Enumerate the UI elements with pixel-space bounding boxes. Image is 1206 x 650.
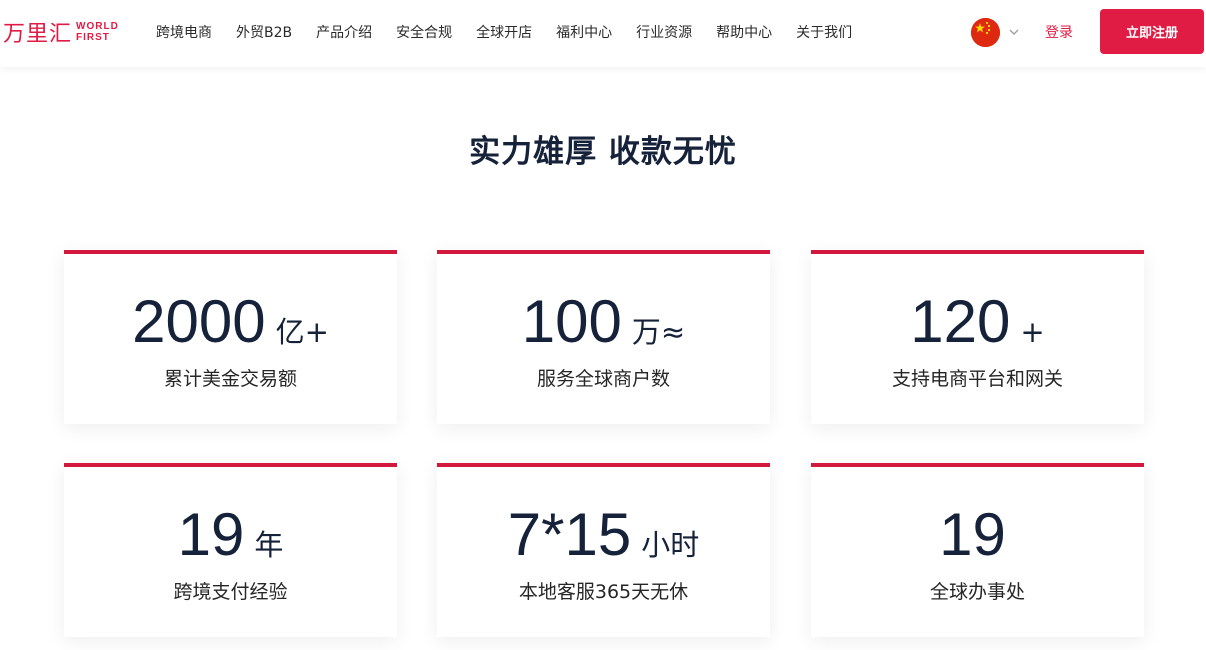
stat-card-merchants: 100 万≈ 服务全球商户数 xyxy=(437,250,770,424)
stat-card-customer-service: 7*15 小时 本地客服365天无休 xyxy=(437,463,770,637)
stat-card-experience-years: 19 年 跨境支付经验 xyxy=(64,463,397,637)
nav-item-cross-border-ecommerce[interactable]: 跨境电商 xyxy=(156,22,212,42)
stat-label: 服务全球商户数 xyxy=(536,368,670,390)
stat-label: 累计美金交易额 xyxy=(163,368,297,390)
language-selector[interactable] xyxy=(971,17,1020,47)
stat-value-line: 120 + xyxy=(811,290,1144,354)
stat-unit: 亿+ xyxy=(275,315,329,349)
stat-value-line: 2000 亿+ xyxy=(64,290,397,354)
nav-item-foreign-trade-b2b[interactable]: 外贸B2B xyxy=(236,22,292,42)
section-title: 实力雄厚 收款无忧 xyxy=(469,134,737,170)
stat-unit: + xyxy=(1020,315,1045,349)
nav-item-global-stores[interactable]: 全球开店 xyxy=(476,22,532,42)
stat-value: 7*15 xyxy=(507,501,632,568)
brand-logo[interactable]: 万里汇 WORLD FIRST xyxy=(3,16,119,48)
stat-card-transaction-volume: 2000 亿+ 累计美金交易额 xyxy=(64,250,397,424)
top-header: 万里汇 WORLD FIRST 跨境电商 外贸B2B 产品介绍 安全合规 全球开… xyxy=(0,0,1206,67)
stat-value: 120 xyxy=(910,288,1011,355)
stat-value-line: 19 xyxy=(811,503,1144,567)
stat-label: 支持电商平台和网关 xyxy=(891,368,1063,390)
nav-item-products[interactable]: 产品介绍 xyxy=(316,22,372,42)
stat-value-line: 7*15 小时 xyxy=(437,503,770,567)
chevron-down-icon xyxy=(1009,29,1019,35)
brand-name-cn: 万里汇 xyxy=(3,22,73,47)
nav-item-industry-resources[interactable]: 行业资源 xyxy=(636,22,692,42)
login-link[interactable]: 登录 xyxy=(1045,22,1073,42)
stat-card-offices: 19 全球办事处 xyxy=(811,463,1144,637)
stat-label: 跨境支付经验 xyxy=(173,581,288,603)
nav-item-help-center[interactable]: 帮助中心 xyxy=(716,22,772,42)
stat-unit: 年 xyxy=(254,528,284,562)
stat-value: 2000 xyxy=(132,288,266,355)
china-flag-icon xyxy=(971,17,1000,47)
nav-item-security[interactable]: 安全合规 xyxy=(396,22,452,42)
brand-name-en: WORLD FIRST xyxy=(76,21,119,43)
stat-value: 19 xyxy=(939,501,1006,568)
stat-card-platforms: 120 + 支持电商平台和网关 xyxy=(811,250,1144,424)
main-nav: 跨境电商 外贸B2B 产品介绍 安全合规 全球开店 福利中心 行业资源 帮助中心… xyxy=(156,0,876,64)
stat-label: 全球办事处 xyxy=(929,581,1025,603)
nav-item-benefits[interactable]: 福利中心 xyxy=(556,22,612,42)
register-button[interactable]: 立即注册 xyxy=(1100,9,1204,54)
stat-value-line: 19 年 xyxy=(64,503,397,567)
stat-unit: 小时 xyxy=(641,528,700,562)
stat-label: 本地客服365天无休 xyxy=(518,581,689,603)
stat-unit: 万≈ xyxy=(631,315,686,349)
stat-value: 19 xyxy=(177,501,245,568)
stat-value: 100 xyxy=(521,288,622,355)
nav-item-about-us[interactable]: 关于我们 xyxy=(796,22,852,42)
brand-name-en-line2: FIRST xyxy=(76,32,110,43)
brand-name-en-line1: WORLD xyxy=(76,21,119,32)
stat-value-line: 100 万≈ xyxy=(437,290,770,354)
